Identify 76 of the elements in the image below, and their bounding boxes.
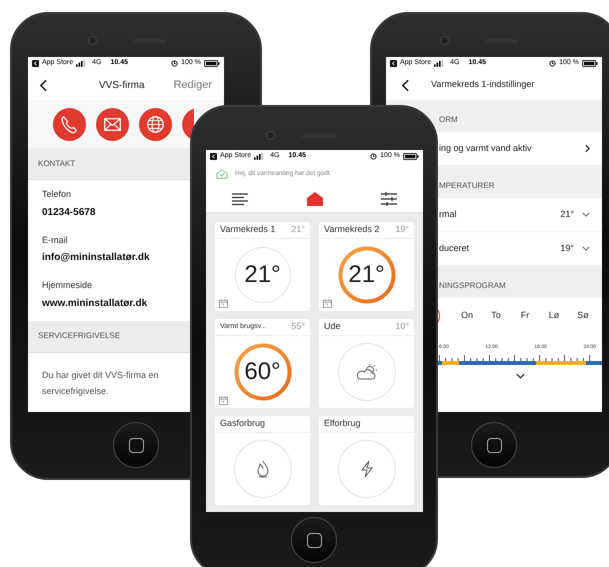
tile-card[interactable]: Ude 10° [319, 319, 414, 408]
lightning-icon [360, 460, 374, 478]
setting-value: 19° [560, 242, 574, 255]
camera-lens [88, 36, 97, 45]
field-value: www.mininstallatør.dk [42, 296, 148, 310]
alarm-icon [549, 60, 556, 67]
field-label: E-mail [42, 234, 69, 246]
signal-icon [254, 153, 264, 160]
expand-icon[interactable] [516, 372, 525, 378]
temperature-value: 60° [244, 357, 281, 387]
tile-title: Ude [324, 320, 341, 334]
tile-card[interactable]: Varmekreds 1 21° 21° [215, 222, 310, 311]
globe-button[interactable] [139, 108, 172, 140]
back-app-icon[interactable] [210, 153, 217, 160]
temperature-value: 21° [244, 260, 281, 290]
back-app-icon[interactable] [32, 60, 39, 67]
mail-button[interactable] [96, 108, 129, 140]
chevron-right-icon [585, 144, 590, 153]
field-label: Hjemmeside [42, 279, 94, 292]
alarm-icon [370, 153, 378, 160]
battery-icon [204, 60, 220, 67]
calendar-icon[interactable] [219, 396, 228, 405]
tile-reading: 21° [291, 223, 305, 236]
camera-lens [440, 36, 449, 45]
screen-title: Varmekreds 1-indstillinger [431, 78, 534, 92]
section-header: ORM [439, 114, 458, 126]
tile-title: Varmekreds 2 [324, 223, 380, 236]
back-app-icon[interactable] [390, 60, 397, 67]
field-value: info@mininstallatør.dk [42, 251, 151, 265]
menu-icon[interactable] [232, 192, 248, 206]
signal-icon [434, 60, 444, 67]
chevron-down-icon [582, 212, 590, 217]
back-icon[interactable] [402, 78, 409, 92]
tile-card[interactable]: Varmekreds 2 19° 21° [319, 222, 414, 311]
day-tab[interactable]: To [485, 305, 507, 327]
signal-icon [76, 60, 86, 67]
day-tab[interactable]: Sø [572, 305, 594, 327]
section-header: MPERATURER [439, 180, 494, 192]
field-label: Telefon [42, 188, 72, 201]
day-tab[interactable]: Lø [543, 305, 565, 327]
tile-title: Elforbrug [324, 417, 361, 430]
back-icon[interactable] [40, 78, 47, 92]
battery-icon [582, 60, 598, 67]
temperature-value: 21° [348, 260, 385, 290]
day-tab[interactable]: Fr [514, 305, 536, 327]
house-check-icon [216, 169, 228, 179]
sliders-icon[interactable] [381, 192, 397, 206]
info-text: Du har givet dit VVS-firma en servicefrigivelse. [42, 368, 160, 398]
edit-link[interactable]: Rediger [173, 76, 212, 94]
call-button[interactable] [53, 108, 86, 140]
field-value: 01234-5678 [42, 206, 96, 220]
flame-icon [256, 460, 268, 478]
section-header: NINGSPROGRAM [439, 280, 506, 292]
home-icon[interactable] [306, 192, 322, 206]
calendar-icon[interactable] [323, 299, 332, 308]
tile-reading: 19° [395, 223, 409, 236]
section-header: KONTAKT [38, 158, 76, 170]
day-tab[interactable]: On [456, 305, 478, 327]
tile-title: Gasforbrug [220, 417, 266, 430]
chevron-down-icon [582, 246, 590, 251]
calendar-icon[interactable] [219, 299, 228, 308]
camera-lens [266, 131, 275, 140]
tile-card[interactable]: Elforbrug [319, 416, 414, 505]
setting-value: 21° [560, 208, 574, 221]
tile-title: Varmekreds 1 [220, 223, 276, 236]
battery-icon [403, 153, 419, 160]
tile-card[interactable]: Gasforbrug [215, 416, 310, 505]
home-button[interactable] [291, 517, 337, 563]
screen-title: VVS-firma [99, 78, 145, 92]
home-button[interactable] [471, 422, 517, 468]
home-button[interactable] [113, 422, 159, 468]
alarm-icon [171, 60, 178, 67]
sun-cloud-icon [354, 363, 378, 381]
section-header: SERVICEFRIGIVELSE [38, 330, 120, 342]
tile-reading: 55° [291, 320, 305, 334]
tile-reading: 10° [395, 320, 409, 334]
